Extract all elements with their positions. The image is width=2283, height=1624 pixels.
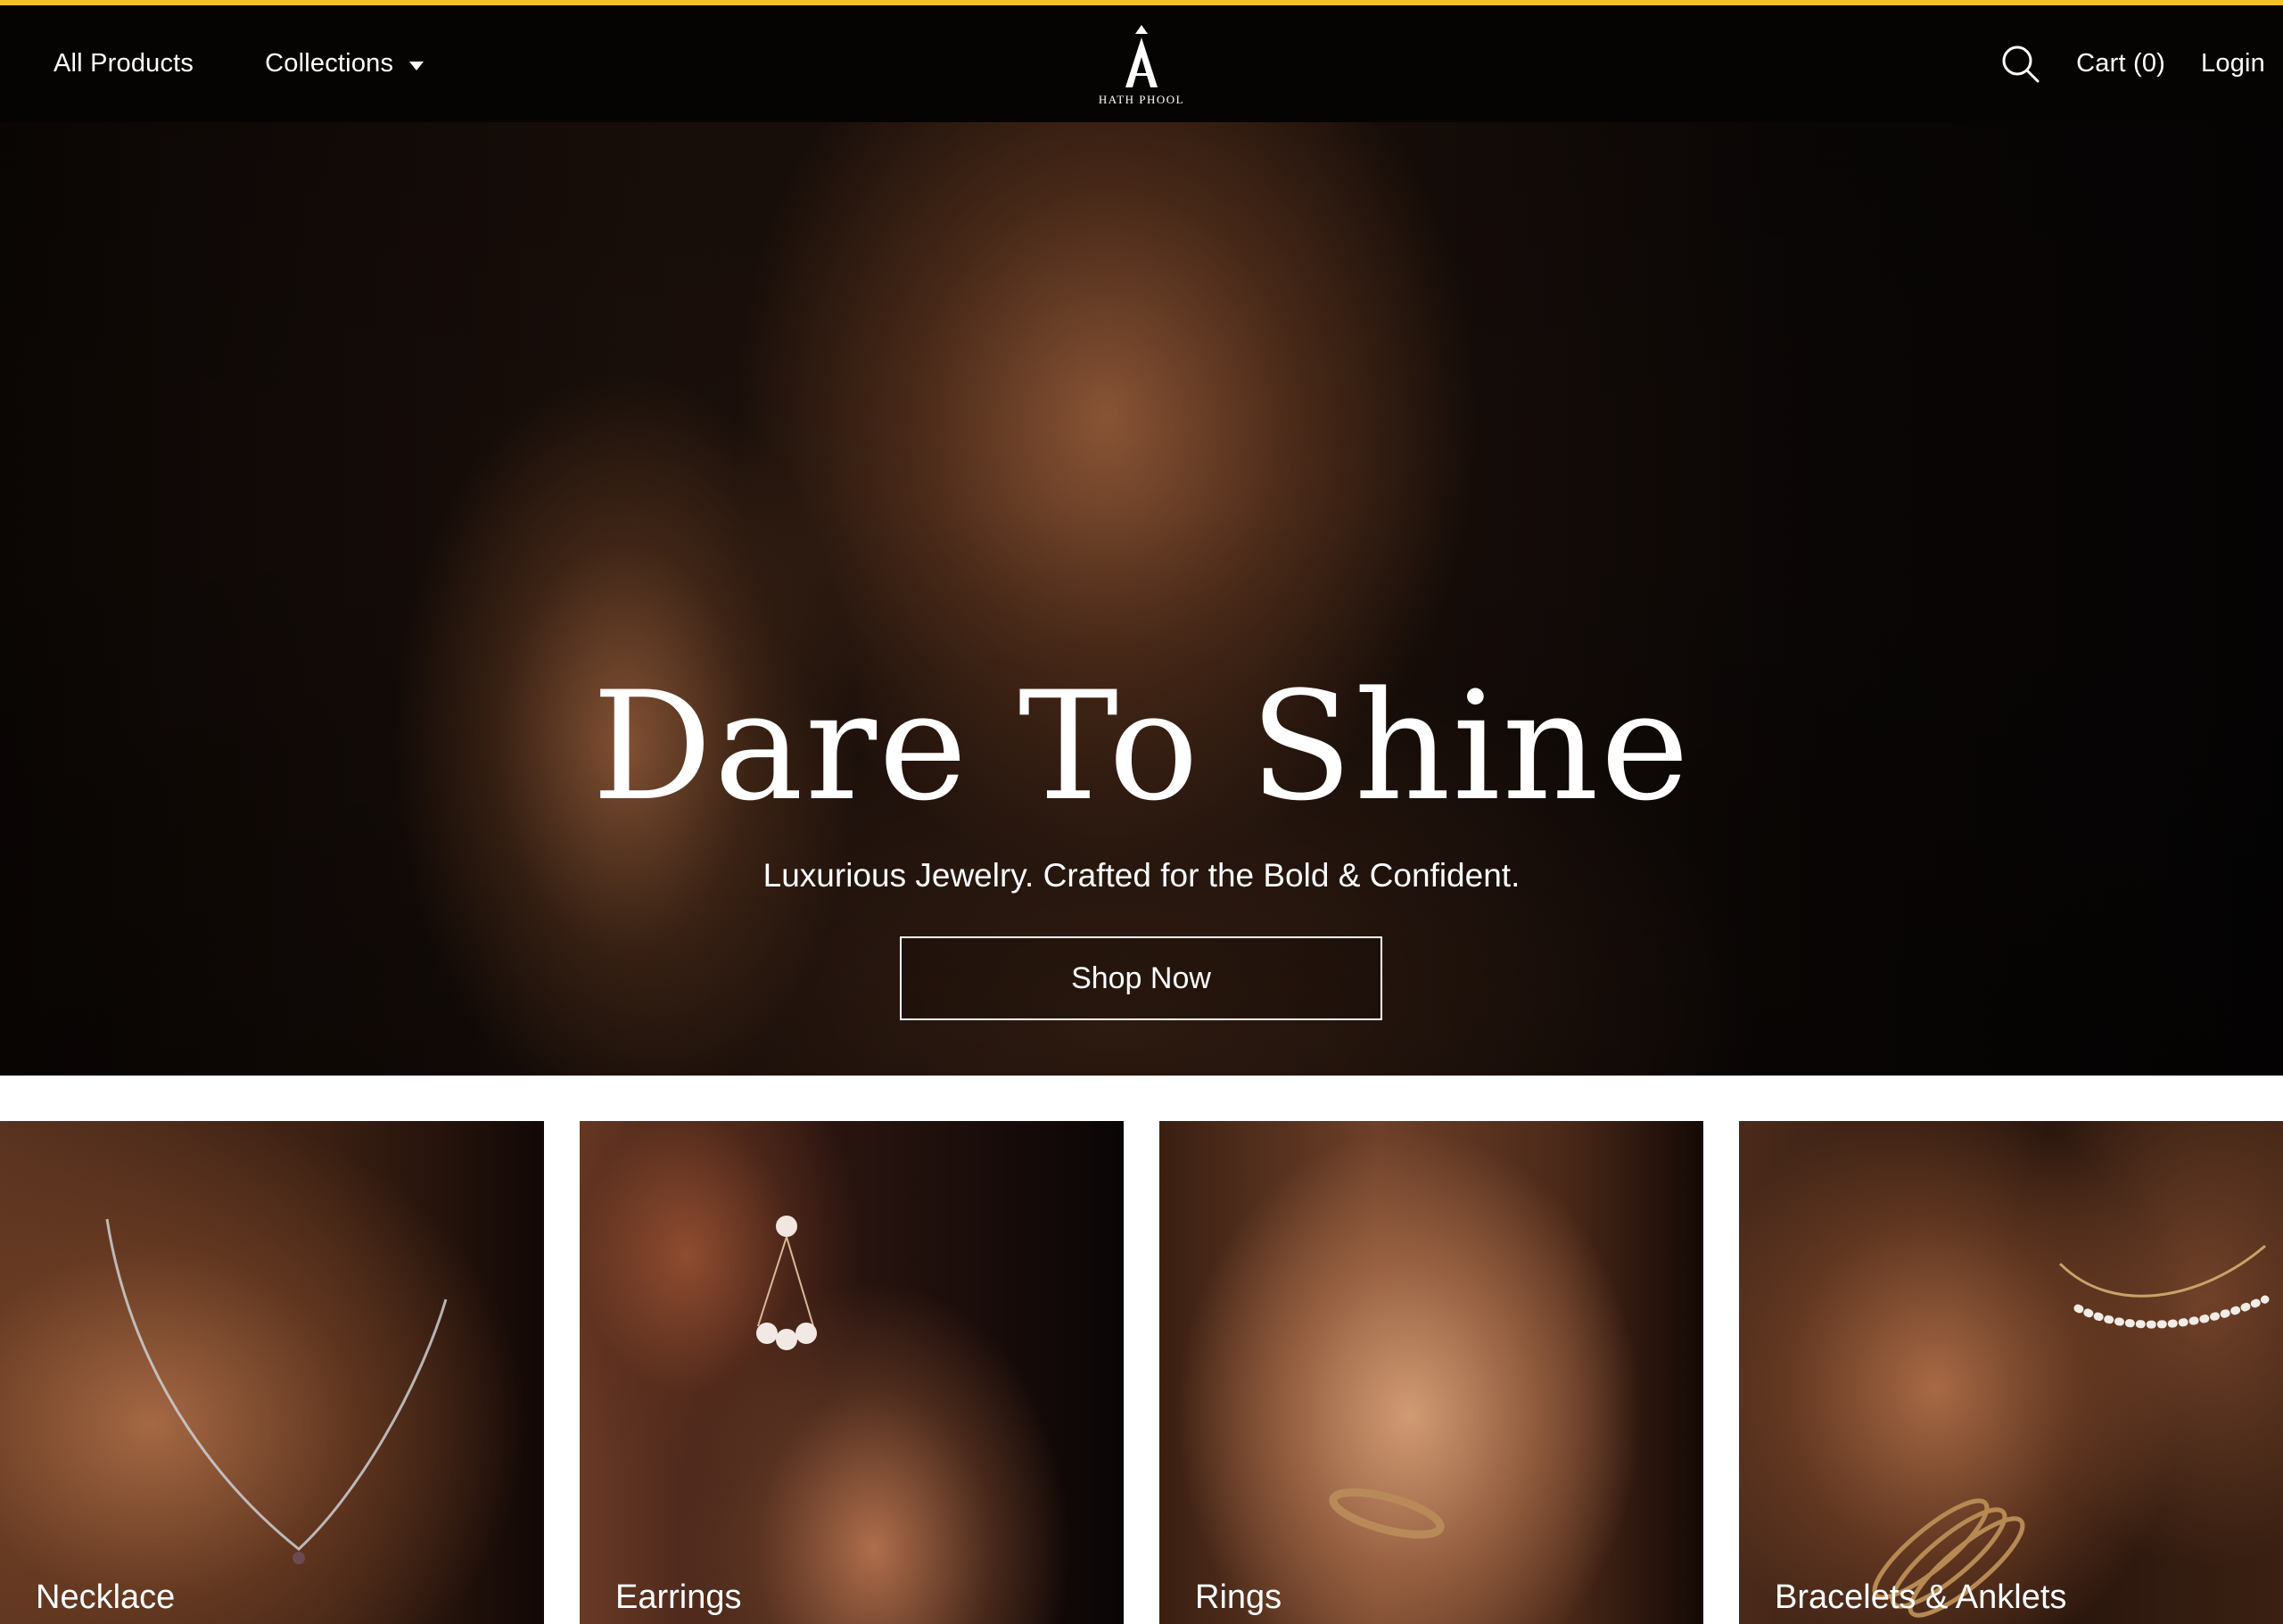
search-icon[interactable] (2001, 45, 2040, 84)
nav-all-products[interactable]: All Products (54, 49, 194, 78)
cart-label: Cart (0) (2076, 49, 2166, 78)
category-label-rings: Rings (1195, 1579, 1282, 1616)
brand-logo[interactable]: HATH PHOOL (1070, 21, 1213, 111)
nav-all-products-label: All Products (54, 49, 194, 78)
chevron-down-icon (409, 61, 424, 70)
main-nav: All Products Collections (54, 5, 424, 122)
rings-photo (1329, 1488, 1445, 1539)
login-label: Login (2201, 49, 2265, 78)
category-card-rings[interactable]: Rings (1159, 1121, 1703, 1624)
nav-collections-label: Collections (265, 49, 394, 78)
earrings-photo (756, 1216, 817, 1350)
login-link[interactable]: Login (2201, 49, 2265, 78)
category-card-bracelets-anklets[interactable]: Bracelets & Anklets (1739, 1121, 2283, 1624)
bracelets-photo (1872, 1244, 2270, 1618)
site-header: All Products Collections HATH PHOOL Cart… (0, 5, 2283, 122)
nav-collections-dropdown[interactable]: Collections (265, 49, 424, 78)
category-label-earrings: Earrings (615, 1579, 742, 1616)
cart-link[interactable]: Cart (0) (2076, 49, 2165, 78)
hero-banner: Dare To Shine Luxurious Jewelry. Crafted… (0, 122, 2283, 1076)
shop-now-label: Shop Now (1071, 960, 1211, 995)
category-card-earrings[interactable]: Earrings (580, 1121, 1124, 1624)
logo-wordmark: HATH PHOOL (1098, 93, 1185, 106)
category-card-necklace[interactable]: Necklace (0, 1121, 544, 1624)
hero-photo (0, 122, 2283, 1076)
utility-nav: Cart (0) Login (2001, 5, 2265, 122)
hero-subtitle: Luxurious Jewelry. Crafted for the Bold … (762, 857, 1521, 894)
logo-mark-icon (1125, 25, 1158, 87)
category-label-necklace: Necklace (36, 1579, 176, 1616)
category-label-bracelets-anklets: Bracelets & Anklets (1775, 1579, 2067, 1616)
hero-title: Dare To Shine (591, 659, 1692, 834)
necklace-photo (105, 1218, 448, 1564)
shop-now-button[interactable]: Shop Now (900, 936, 1382, 1020)
